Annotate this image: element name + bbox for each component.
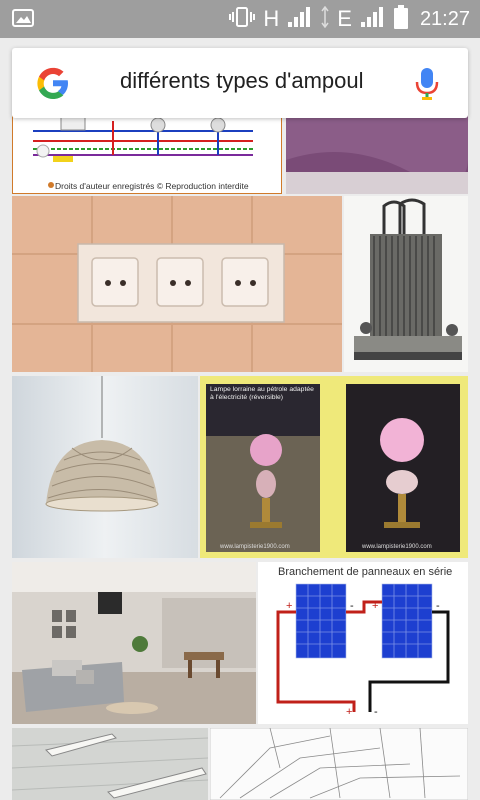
signal-strength-icon xyxy=(287,6,313,33)
lamp-caption: Lampe lorraine au pétrole adaptée à l'él… xyxy=(210,386,314,401)
lamp-url-left: www.lampisterie1900.com xyxy=(220,544,290,550)
result-woven-pendant-lamp[interactable] xyxy=(12,376,198,558)
signal-strength-2-icon xyxy=(360,6,386,33)
result-triple-socket[interactable] xyxy=(12,196,342,372)
copyright-caption: Droits d'auteur enregistrés © Reproducti… xyxy=(55,181,249,191)
result-city-map[interactable] xyxy=(210,728,468,800)
result-solar-series-diagram[interactable]: Branchement de panneaux en série + - + -… xyxy=(258,562,468,724)
solar-minus-2: - xyxy=(436,600,440,612)
search-bar[interactable]: différents types d'ampoul xyxy=(12,48,468,118)
solar-plus-1: + xyxy=(286,600,293,612)
solar-out-plus: + xyxy=(346,706,353,718)
result-living-room[interactable] xyxy=(12,562,256,724)
result-wiring-diagram[interactable]: Droits d'auteur enregistrés © Reproducti… xyxy=(12,110,282,194)
microphone-icon[interactable] xyxy=(414,66,440,102)
lamp-url-right: www.lampisterie1900.com xyxy=(362,544,432,550)
image-results-grid: Droits d'auteur enregistrés © Reproducti… xyxy=(0,0,480,800)
result-ceiling-lights[interactable] xyxy=(12,728,208,800)
clock: 21:27 xyxy=(419,7,470,30)
battery-icon xyxy=(393,4,408,34)
solar-plus-2: + xyxy=(372,600,379,612)
status-bar: H E 21:27 xyxy=(0,0,480,38)
status-icons: H E 21:27 xyxy=(229,4,470,34)
result-oil-lamps[interactable]: Lampe lorraine au pétrole adaptée à l'él… xyxy=(200,376,468,558)
search-query-text[interactable]: différents types d'ampoul xyxy=(120,68,364,94)
data-transfer-icon xyxy=(321,5,329,33)
gallery-notification-icon xyxy=(12,9,34,27)
result-purple-fabric[interactable] xyxy=(286,110,468,194)
solar-out-minus: - xyxy=(374,706,378,718)
network-type-h: H xyxy=(263,6,280,31)
vibrate-icon xyxy=(229,6,256,33)
solar-title: Branchement de panneaux en série xyxy=(278,566,453,578)
solar-minus-1: - xyxy=(350,600,354,612)
google-logo-icon[interactable] xyxy=(34,64,72,102)
network-type-e: E xyxy=(337,6,352,31)
result-transformer-engraving[interactable] xyxy=(344,196,468,372)
